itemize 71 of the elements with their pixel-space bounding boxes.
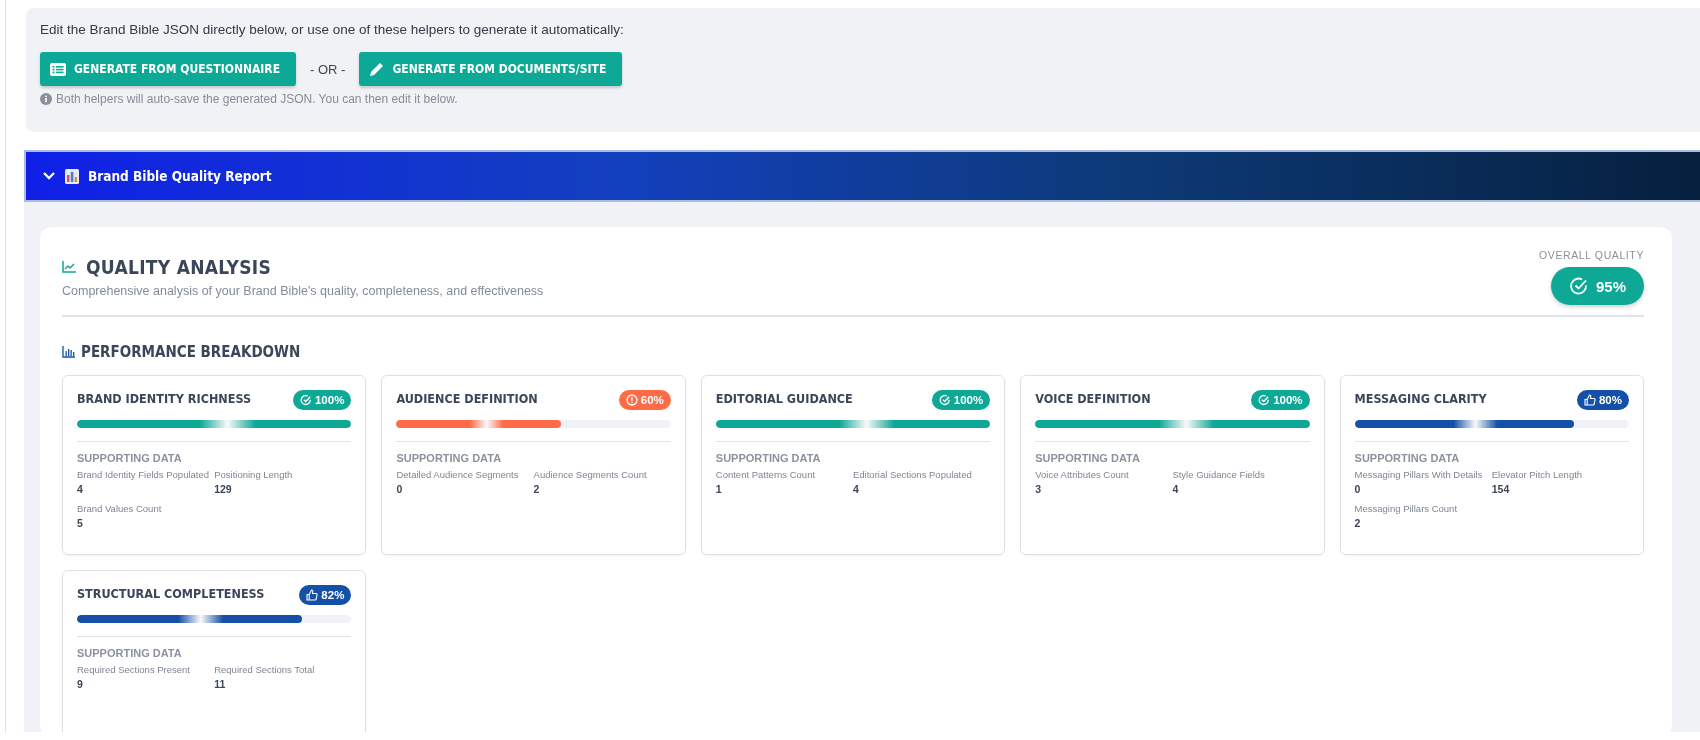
stat-value: 2 xyxy=(533,483,541,495)
supporting-data-label: SUPPORTING DATA xyxy=(1035,452,1141,464)
stat-value: 5 xyxy=(77,517,84,529)
stat-value: 129 xyxy=(214,483,233,495)
supporting-data-label: SUPPORTING DATA xyxy=(396,452,503,464)
bar-chart-icon xyxy=(62,346,75,358)
list-icon xyxy=(50,62,66,76)
score-badge: 60% xyxy=(618,390,671,410)
or-separator: - OR - xyxy=(310,61,346,77)
metric-title: VOICE DEFINITION xyxy=(1035,391,1151,406)
metric-title: AUDIENCE DEFINITION xyxy=(396,391,538,406)
analysis-subtitle: Comprehensive analysis of your Brand Bible's quality, completeness, and effectiveness xyxy=(62,284,544,298)
thumbs-up-icon xyxy=(306,589,319,601)
analysis-title: QUALITY ANALYSIS xyxy=(86,256,272,278)
stat-value: 4 xyxy=(853,483,860,495)
generate-button[interactable]: GENERATE FROM DOCUMENTS/SITE xyxy=(359,52,623,86)
score-badge: 100% xyxy=(1251,390,1310,410)
supporting-data-label: SUPPORTING DATA xyxy=(77,452,183,464)
stat-label: Required Sections Present xyxy=(77,664,191,675)
score-badge: 80% xyxy=(1576,390,1629,410)
check-icon xyxy=(299,394,312,406)
stat-value: 0 xyxy=(396,483,404,495)
intro-text: Edit the Brand Bible JSON directly below, or use one of these helpers to generate it automatically: xyxy=(40,22,625,37)
stat-label: Style Guidance Fields xyxy=(1172,469,1266,480)
breakdown-title: PERFORMANCE BREAKDOWN xyxy=(81,343,301,361)
overall-label: OVERALL QUALITY xyxy=(1539,249,1644,261)
check-icon xyxy=(1568,276,1589,296)
stat-label: Elevator Pitch Length xyxy=(1491,469,1584,480)
metric-title: EDITORIAL GUIDANCE xyxy=(715,391,853,406)
score-badge: 100% xyxy=(931,390,991,410)
stat-value: 1 xyxy=(715,483,723,495)
stat-label: Brand Identity Fields Populated xyxy=(77,469,211,480)
check-icon xyxy=(938,394,951,406)
thumbs-up-icon xyxy=(1583,394,1596,406)
stat-label: Positioning Length xyxy=(214,469,294,480)
score-badge: 100% xyxy=(292,390,352,410)
stat-label: Audience Segments Count xyxy=(533,469,648,480)
stat-value: 4 xyxy=(1172,483,1180,495)
metric-title: STRUCTURAL COMPLETENESS xyxy=(77,586,265,601)
stat-label: Messaging Pillars With Details xyxy=(1354,469,1484,480)
stat-label: Editorial Sections Populated xyxy=(853,469,973,480)
check-icon xyxy=(1258,394,1271,406)
report-title: Brand Bible Quality Report xyxy=(88,168,272,184)
stat-value: 0 xyxy=(1354,483,1362,495)
supporting-data-label: SUPPORTING DATA xyxy=(77,647,183,659)
stat-value: 3 xyxy=(1035,483,1043,495)
stat-label: Brand Values Count xyxy=(77,503,163,514)
stat-value: 4 xyxy=(77,483,84,495)
stat-value: 154 xyxy=(1491,483,1511,495)
bar-chart-icon xyxy=(65,168,79,184)
report-header[interactable]: Brand Bible Quality Report xyxy=(24,150,1700,202)
stat-value: 9 xyxy=(77,678,84,690)
pencil-icon xyxy=(369,61,385,77)
metric-title: BRAND IDENTITY RICHNESS xyxy=(77,391,252,406)
stat-label: Required Sections Total xyxy=(214,664,316,675)
stat-label: Voice Attributes Count xyxy=(1035,469,1130,480)
stat-label: Messaging Pillars Count xyxy=(1354,503,1459,514)
info-icon xyxy=(40,93,52,105)
generate-button[interactable]: GENERATE FROM QUESTIONNAIRE xyxy=(40,52,297,86)
trend-chart-icon xyxy=(62,261,76,273)
stat-value: 11 xyxy=(214,678,227,690)
metric-title: MESSAGING CLARITY xyxy=(1354,391,1487,406)
supporting-data-label: SUPPORTING DATA xyxy=(1354,452,1461,464)
overall-score-badge: 95% xyxy=(1550,267,1644,305)
stat-value: 2 xyxy=(1354,517,1362,529)
alert-icon xyxy=(625,394,638,406)
stat-label: Detailed Audience Segments xyxy=(396,469,520,480)
stat-label: Content Patterns Count xyxy=(715,469,817,480)
supporting-data-label: SUPPORTING DATA xyxy=(715,452,822,464)
note-text: Both helpers will auto-save the generated JSON. You can then edit it below. xyxy=(56,92,458,106)
score-badge: 82% xyxy=(299,585,352,605)
